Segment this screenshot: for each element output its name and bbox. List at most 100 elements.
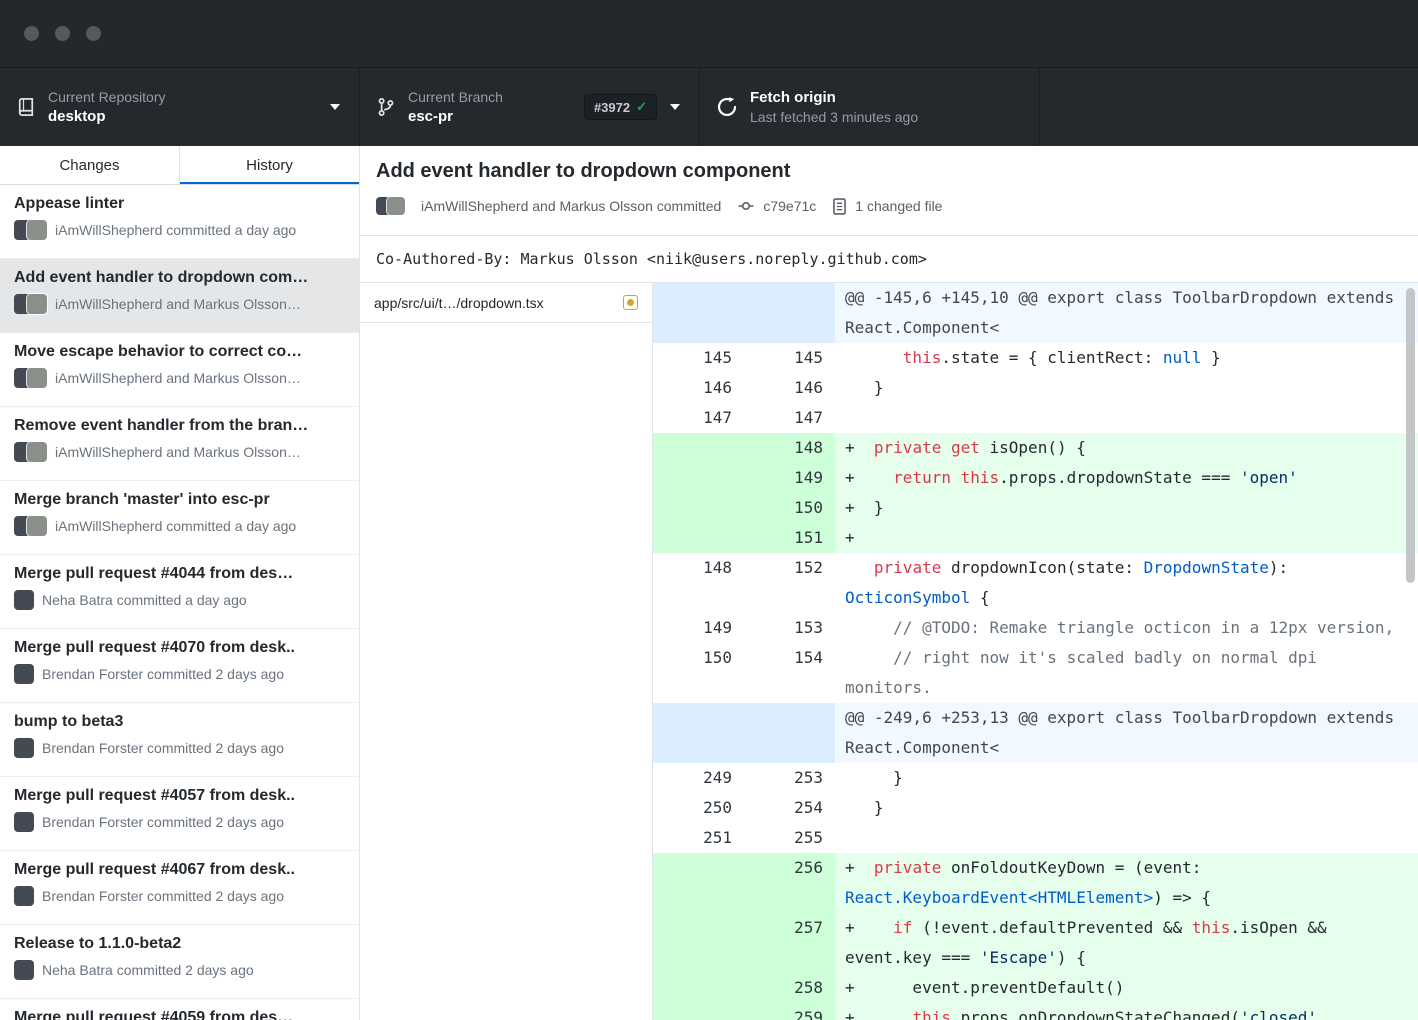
avatar [14,738,34,758]
repository-switcher-button[interactable]: Current Repository desktop [0,68,360,146]
old-line-number: 149 [653,613,744,643]
old-line-number [653,1003,744,1020]
commit-item-byline: iAmWillShepherd committed a day ago [55,518,296,534]
avatar-stack [14,590,34,610]
old-line-number: 145 [653,343,744,373]
avatar [14,812,34,832]
diff-code-text: @@ -249,6 +253,13 @@ export class Toolba… [835,703,1418,763]
github-desktop-window: Current Repository desktop Current Branc… [0,0,1418,1020]
avatar-stack [14,886,34,906]
titlebar [0,0,1418,68]
diff-code-row: 259+ this.props.onDropdownStateChanged('… [653,1003,1418,1020]
avatar-stack [14,220,47,240]
commit-item-title: Remove event handler from the bran… [14,416,345,436]
sync-icon [716,96,738,118]
diff-code-row: 249253 } [653,763,1418,793]
diff-code-text: + } [835,493,1418,523]
avatar-stack [14,516,47,536]
old-line-number [653,973,744,1003]
old-line-number [653,523,744,553]
commit-authors: iAmWillShepherd and Markus Olsson commit… [421,198,721,214]
commit-list-item[interactable]: Merge pull request #4059 from des… [0,999,359,1020]
fetch-origin-button[interactable]: Fetch origin Last fetched 3 minutes ago [700,68,1040,146]
new-line-number: 149 [744,463,835,493]
diff-code-text [835,823,1418,853]
commit-item-title: Merge pull request #4057 from desk.. [14,786,345,806]
commit-list-item[interactable]: Move escape behavior to correct co…iAmWi… [0,333,359,407]
git-commit-icon [737,198,755,214]
diff-code-row: 151+ [653,523,1418,553]
avatar-stack [14,442,47,462]
diff-code-text: + event.preventDefault() [835,973,1418,1003]
commit-list-item[interactable]: Merge pull request #4057 from desk.. Bren… [0,777,359,851]
commit-header: Add event handler to dropdown component … [360,146,1418,235]
commit-item-meta: iAmWillShepherd committed a day ago [14,220,345,240]
file-path: app/src/ui/t…/dropdown.tsx [374,295,615,311]
commit-list-item[interactable]: Release to 1.1.0-beta2Neha Batra committ… [0,925,359,999]
old-line-number: 148 [653,553,744,613]
new-line-number: 258 [744,973,835,1003]
branch-name: esc-pr [408,107,574,127]
commit-list-item[interactable]: bump to beta3Brendan Forster committed 2… [0,703,359,777]
new-line-number: 255 [744,823,835,853]
commit-list-item[interactable]: Remove event handler from the bran… iAmWi… [0,407,359,481]
diff-code-text: + return this.props.dropdownState === 'o… [835,463,1418,493]
new-line-number [744,703,835,763]
branch-labels: Current Branch esc-pr [408,88,574,127]
commit-item-meta: Neha Batra committed a day ago [14,590,345,610]
avatar [14,960,34,980]
avatar [387,197,405,215]
commit-item-byline: Brendan Forster committed 2 days ago [42,666,284,682]
commit-item-byline: Brendan Forster committed 2 days ago [42,888,284,904]
diff-code-text: } [835,373,1418,403]
commit-list-item[interactable]: Merge pull request #4044 from des…Neha B… [0,555,359,629]
avatar [27,294,47,314]
file-list-item[interactable]: app/src/ui/t…/dropdown.tsx [360,283,652,323]
tab-changes[interactable]: Changes [0,146,180,184]
diff-code-row: 148152 private dropdownIcon(state: Dropd… [653,553,1418,613]
new-line-number: 152 [744,553,835,613]
avatar [27,516,47,536]
commit-list-item[interactable]: Appease linteriAmWillShepherd committed … [0,185,359,259]
minimize-button[interactable] [55,26,70,41]
fetch-labels: Fetch origin Last fetched 3 minutes ago [750,88,1021,126]
repo-book-icon [16,97,36,117]
check-icon: ✓ [636,99,647,115]
commit-item-meta: Brendan Forster committed 2 days ago [14,812,345,832]
new-line-number: 147 [744,403,835,433]
close-button[interactable] [24,26,39,41]
commit-list-item[interactable]: Add event handler to dropdown com…iAmWil… [0,259,359,333]
commit-byline: iAmWillShepherd and Markus Olsson commit… [376,197,1402,235]
diff-scrollbar-thumb[interactable] [1406,288,1415,583]
commit-item-meta: Brendan Forster committed 2 days ago [14,738,345,758]
old-line-number: 249 [653,763,744,793]
diff-code-text: private dropdownIcon(state: DropdownStat… [835,553,1418,613]
old-line-number [653,493,744,523]
commit-list-item[interactable]: Merge branch 'master' into esc-pr iAmWill… [0,481,359,555]
chevron-down-icon [669,103,681,111]
diff-code-row: 258+ event.preventDefault() [653,973,1418,1003]
avatar-stack [14,368,47,388]
sidebar-tabs: Changes History [0,146,359,185]
diff-code-row: 257+ if (!event.defaultPrevented && this… [653,913,1418,973]
commit-list-item[interactable]: Merge pull request #4070 from desk..Bren… [0,629,359,703]
diff-code-text: } [835,763,1418,793]
repository-name: desktop [48,107,317,127]
commit-item-meta: Neha Batra committed 2 days ago [14,960,345,980]
new-line-number: 148 [744,433,835,463]
diff-code-text: // right now it's scaled badly on normal… [835,643,1418,703]
diff-code-text [835,403,1418,433]
commit-list-item[interactable]: Merge pull request #4067 from desk..Bren… [0,851,359,925]
branch-switcher-button[interactable]: Current Branch esc-pr #3972 ✓ [360,68,700,146]
commit-item-byline: iAmWillShepherd committed a day ago [55,222,296,238]
zoom-button[interactable] [86,26,101,41]
commit-item-byline: iAmWillShepherd and Markus Olsson… [55,444,301,460]
commit-item-title: Merge branch 'master' into esc-pr [14,490,345,510]
git-branch-icon [376,97,396,117]
diff-hunk-row: @@ -249,6 +253,13 @@ export class Toolba… [653,703,1418,763]
tab-history[interactable]: History [180,146,359,184]
new-line-number: 154 [744,643,835,703]
avatar-stack [14,738,34,758]
avatar [14,664,34,684]
new-line-number: 146 [744,373,835,403]
